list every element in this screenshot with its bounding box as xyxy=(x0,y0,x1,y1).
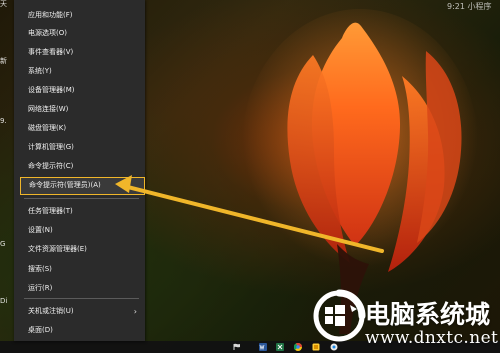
menu-item-label: 关机或注销(U) xyxy=(28,307,74,315)
menu-item-settings[interactable]: 设置(N) xyxy=(14,222,145,239)
site-watermark: 电脑系统城 www.dnxtc.net xyxy=(300,284,500,350)
word-icon[interactable] xyxy=(259,343,267,351)
menu-item-run[interactable]: 运行(R) xyxy=(14,280,145,297)
menu-item-task-manager[interactable]: 任务管理器(T) xyxy=(14,203,145,220)
clock-text: 9:21 小程序 xyxy=(447,2,492,11)
desktop-label: 9. xyxy=(0,117,7,125)
menu-item-file-explorer[interactable]: 文件资源管理器(E) xyxy=(14,241,145,258)
desktop-icon-labels: 天 新 9. G Di xyxy=(0,0,14,353)
desktop-label: 天 xyxy=(0,0,7,8)
menu-item-apps-features[interactable]: 应用和功能(F) xyxy=(14,7,145,24)
menu-item-desktop[interactable]: 桌面(D) xyxy=(14,322,145,339)
menu-item-command-prompt-admin[interactable]: 命令提示符(管理员)(A) xyxy=(20,177,145,195)
watermark-url: www.dnxtc.net xyxy=(365,328,499,348)
desktop-label: G xyxy=(0,240,6,248)
menu-item-device-manager[interactable]: 设备管理器(M) xyxy=(14,82,145,99)
menu-item-shutdown-signout[interactable]: 关机或注销(U) › xyxy=(14,303,145,320)
menu-item-computer-management[interactable]: 计算机管理(G) xyxy=(14,139,145,156)
menu-item-system[interactable]: 系统(Y) xyxy=(14,63,145,80)
menu-separator xyxy=(24,198,139,199)
desktop-screen: 天 新 9. G Di 9:21 小程序 应用和功能(F) 电源选项(O) 事件… xyxy=(0,0,500,353)
chevron-right-icon: › xyxy=(133,307,137,316)
watermark-title: 电脑系统城 xyxy=(365,300,491,329)
desktop-label: Di xyxy=(0,297,8,305)
computer-system-logo xyxy=(313,289,366,342)
power-user-menu: 应用和功能(F) 电源选项(O) 事件查看器(V) 系统(Y) 设备管理器(M)… xyxy=(14,0,145,341)
menu-separator xyxy=(24,298,139,299)
menu-item-command-prompt[interactable]: 命令提示符(C) xyxy=(14,158,145,175)
menu-item-event-viewer[interactable]: 事件查看器(V) xyxy=(14,44,145,61)
menu-item-disk-management[interactable]: 磁盘管理(K) xyxy=(14,120,145,137)
desktop-label: 新 xyxy=(0,57,7,65)
menu-item-power-options[interactable]: 电源选项(O) xyxy=(14,25,145,42)
menu-item-search[interactable]: 搜索(S) xyxy=(14,261,145,278)
flag-icon[interactable] xyxy=(233,343,241,351)
excel-icon[interactable] xyxy=(276,343,284,351)
menu-item-network-connections[interactable]: 网络连接(W) xyxy=(14,101,145,118)
